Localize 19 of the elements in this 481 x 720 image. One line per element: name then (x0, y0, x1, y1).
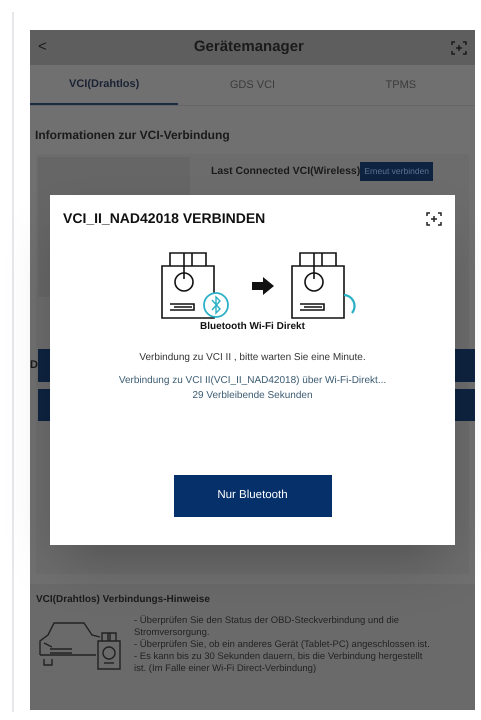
progress-text: Verbindung zu VCI II(VCI_II_NAD42018) über Wi-Fi-Direkt... (118, 374, 386, 388)
hint-text: - Überprüfen Sie den Status der OBD-Steckverbindung und die Stromversorgung. (134, 615, 400, 639)
hints-title: VCI(Drahtlos) Verbindungs-Hinweise (36, 593, 211, 607)
last-connected-label: Last Connected VCI(Wireless) (211, 164, 360, 178)
tab[interactable]: VCI(Drahtlos) (30, 65, 178, 105)
countdown-text: 29 Verbleibende Sekunden (192, 389, 313, 403)
dialog-message: Verbindung zu VCI II , bitte warten Sie eine Minute. (139, 351, 366, 365)
bluetooth-only-button[interactable]: Nur Bluetooth (174, 475, 332, 517)
screen-title: Gerätemanager (194, 37, 304, 58)
expand-icon[interactable] (426, 212, 442, 226)
back-button[interactable]: < (38, 36, 47, 59)
reconnect-button[interactable]: Erneut verbinden (360, 162, 434, 181)
hint-text: - Überprüfen Sie, ob ein anderes Gerät (Tablet-PC) angeschlossen ist. (134, 639, 431, 651)
section-title: Informationen zur VCI-Verbindung (35, 127, 231, 144)
right-arrow-icon (252, 277, 274, 295)
dialog-title: VCI_II_NAD42018 VERBINDEN (63, 209, 266, 228)
hint-text: - Es kann bis zu 30 Sekunden dauern, bis die Verbindung hergestellt ist. (Im Falle einer Wi-Fi Direct-Verbindung) (134, 651, 424, 675)
illustration-caption: Bluetooth Wi-Fi Direkt (200, 320, 305, 334)
section-heading: D (30, 358, 38, 373)
